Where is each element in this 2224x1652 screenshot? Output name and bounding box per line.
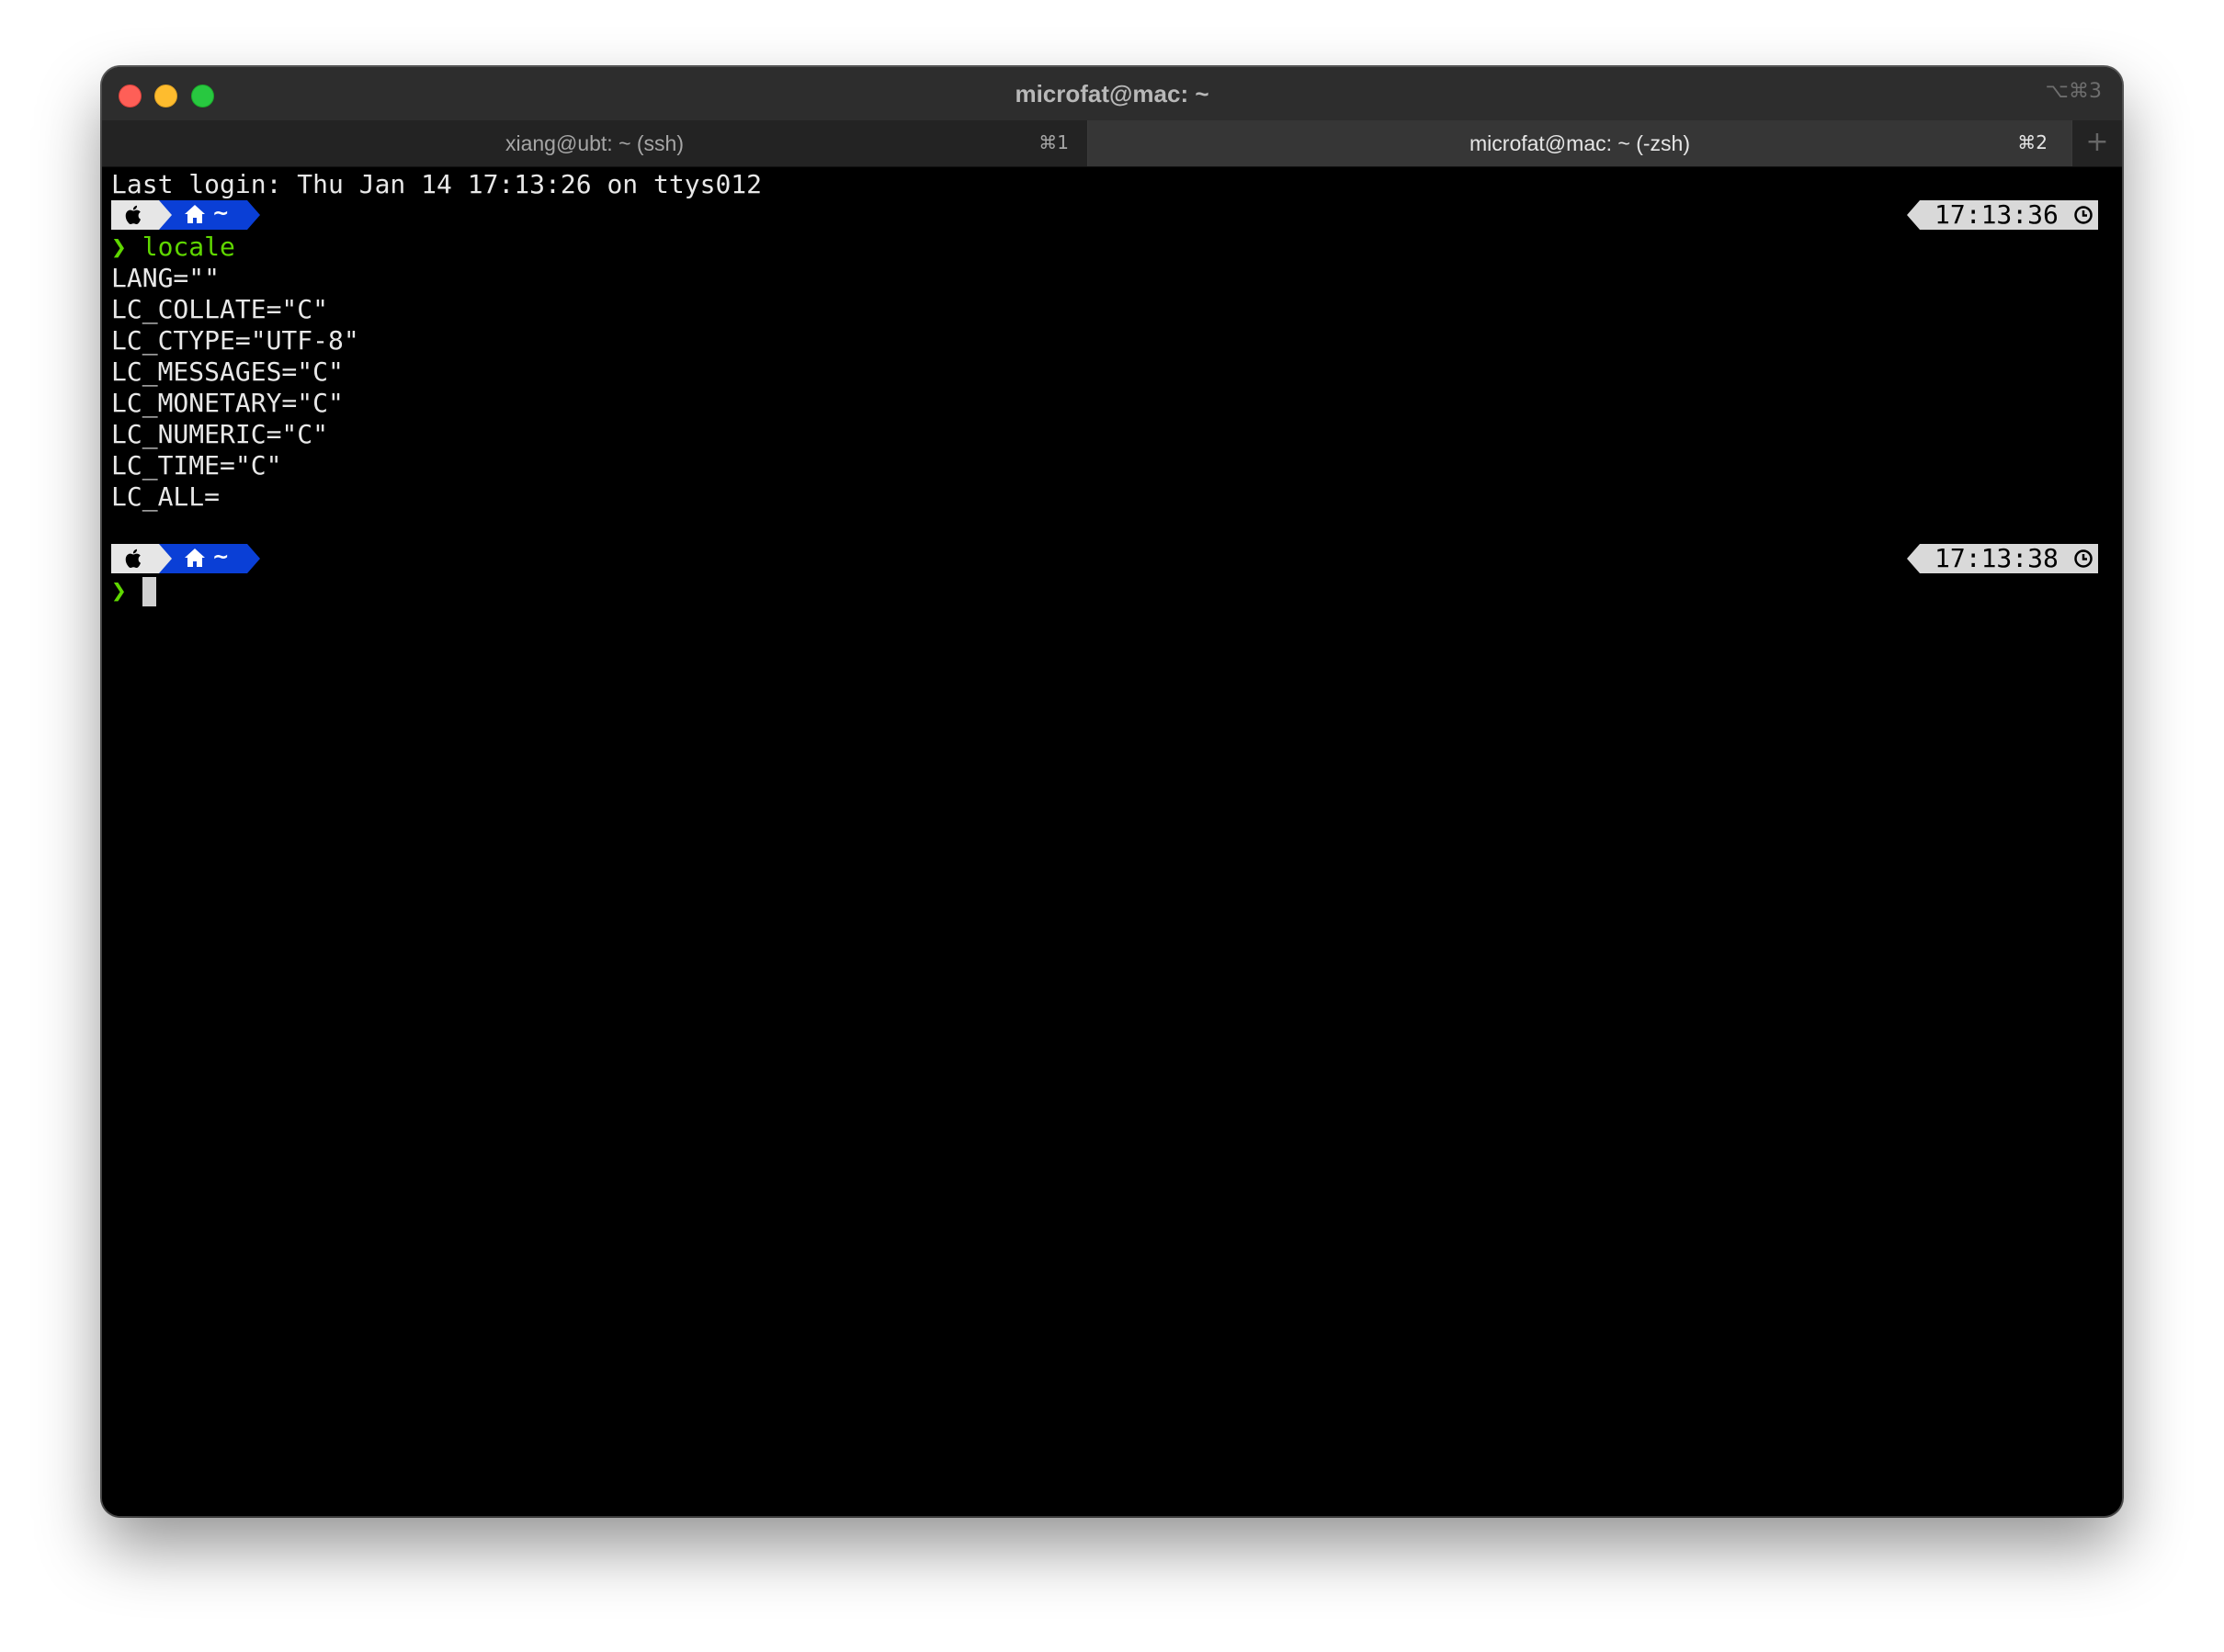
tab-shortcut: ⌘1	[1038, 131, 1069, 153]
window-title: microfat@mac: ~	[1015, 80, 1209, 107]
output-line: LC_CTYPE="UTF-8"	[111, 325, 359, 356]
right-prompt: 17:13:38	[1907, 543, 2098, 573]
segment-end-arrow	[247, 544, 260, 573]
tab-bar: xiang@ubt: ~ (ssh) ⌘1 microfat@mac: ~ (-…	[102, 120, 2122, 167]
terminal-window: microfat@mac: ~ ⌥⌘3 xiang@ubt: ~ (ssh) ⌘…	[102, 67, 2122, 1516]
output-line: LC_NUMERIC="C"	[111, 419, 329, 449]
output-line: LC_COLLATE="C"	[111, 294, 329, 324]
directory-label: ~	[212, 546, 230, 569]
prompt-char: ❯	[111, 575, 127, 605]
tab-label: xiang@ubt: ~ (ssh)	[505, 131, 685, 155]
title-bar[interactable]: microfat@mac: ~ ⌥⌘3	[102, 67, 2122, 121]
os-segment	[111, 544, 159, 573]
plus-icon: +	[2085, 126, 2109, 158]
last-login-line: Last login: Thu Jan 14 17:13:26 on ttys0…	[111, 169, 763, 199]
time-segment: 17:13:38	[1920, 543, 2098, 573]
apple-icon	[125, 205, 142, 224]
segment-end-arrow	[247, 200, 260, 230]
segment-separator	[159, 544, 172, 573]
window-shortcut: ⌥⌘3	[2045, 80, 2102, 103]
tab-zsh[interactable]: microfat@mac: ~ (-zsh) ⌘2	[1088, 120, 2071, 166]
output-line: LC_TIME="C"	[111, 450, 282, 481]
clock-icon	[2074, 206, 2093, 224]
prompt-time: 17:13:38	[1935, 543, 2059, 573]
clock-icon	[2074, 549, 2093, 568]
output-line: LC_MESSAGES="C"	[111, 356, 344, 387]
right-prompt-arrow	[1907, 544, 1920, 573]
home-icon	[185, 549, 205, 567]
tab-shortcut: ⌘2	[2017, 131, 2048, 153]
text-cursor	[142, 577, 156, 606]
home-icon	[185, 205, 205, 223]
right-prompt-arrow	[1907, 200, 1920, 230]
output-line: LANG=""	[111, 263, 221, 293]
new-tab-button[interactable]: +	[2071, 120, 2122, 166]
os-segment	[111, 200, 159, 230]
right-prompt: 17:13:36	[1907, 199, 2098, 230]
command-text: locale	[142, 232, 235, 262]
directory-label: ~	[212, 202, 230, 225]
tab-label: microfat@mac: ~ (-zsh)	[1469, 131, 1690, 155]
time-segment: 17:13:36	[1920, 199, 2098, 230]
tab-ssh[interactable]: xiang@ubt: ~ (ssh) ⌘1	[102, 120, 1088, 166]
apple-icon	[125, 549, 142, 568]
prompt-time: 17:13:36	[1935, 199, 2059, 230]
directory-segment: ~	[159, 544, 247, 573]
input-line[interactable]: ❯	[111, 575, 127, 606]
prompt-char: ❯	[111, 232, 127, 262]
output-line: LC_MONETARY="C"	[111, 388, 344, 418]
command-line: ❯ locale	[111, 232, 235, 263]
segment-separator	[159, 200, 172, 230]
output-line: LC_ALL=	[111, 481, 221, 512]
terminal-content[interactable]: Last login: Thu Jan 14 17:13:26 on ttys0…	[102, 167, 2122, 1516]
directory-segment: ~	[159, 200, 247, 230]
